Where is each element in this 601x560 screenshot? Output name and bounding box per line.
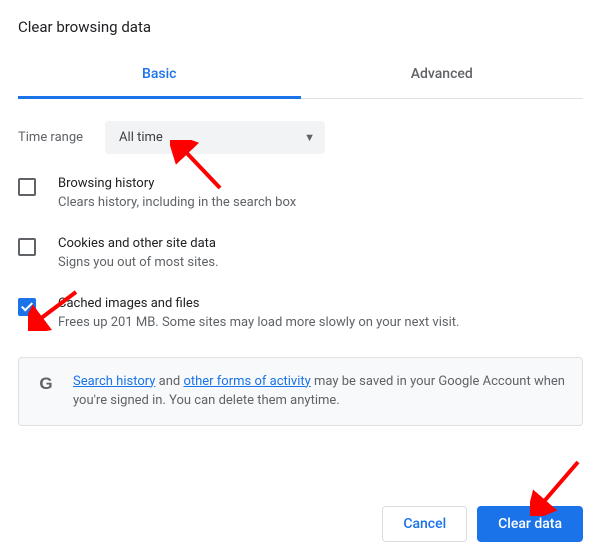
option-title: Cookies and other site data	[58, 236, 219, 251]
checkbox-browsing-history[interactable]	[18, 178, 36, 196]
info-text: Search history and other forms of activi…	[73, 372, 566, 411]
google-icon: G	[35, 374, 57, 396]
option-cached: Cached images and files Frees up 201 MB.…	[18, 296, 583, 332]
dialog-buttons: Cancel Clear data	[382, 506, 583, 542]
option-title: Browsing history	[58, 176, 296, 191]
time-range-row: Time range All time ▼	[18, 121, 583, 154]
tab-basic[interactable]: Basic	[18, 54, 301, 99]
link-search-history[interactable]: Search history	[73, 374, 155, 389]
clear-data-button[interactable]: Clear data	[477, 506, 583, 542]
info-box: G Search history and other forms of acti…	[18, 357, 583, 426]
option-title: Cached images and files	[58, 296, 459, 311]
checkbox-cookies[interactable]	[18, 238, 36, 256]
time-range-label: Time range	[18, 130, 83, 145]
option-browsing-history: Browsing history Clears history, includi…	[18, 176, 583, 212]
link-other-activity[interactable]: other forms of activity	[183, 374, 310, 389]
info-text-part: and	[155, 374, 183, 389]
time-range-select[interactable]: All time ▼	[105, 121, 325, 154]
time-range-value: All time	[119, 130, 163, 145]
option-desc: Frees up 201 MB. Some sites may load mor…	[58, 314, 459, 332]
tab-advanced[interactable]: Advanced	[301, 54, 584, 98]
option-desc: Signs you out of most sites.	[58, 254, 219, 272]
dialog-title: Clear browsing data	[18, 18, 583, 36]
chevron-down-icon: ▼	[304, 131, 315, 144]
option-cookies: Cookies and other site data Signs you ou…	[18, 236, 583, 272]
cancel-button[interactable]: Cancel	[382, 506, 467, 542]
tabs: Basic Advanced	[18, 54, 583, 99]
checkbox-cached[interactable]	[18, 298, 36, 316]
option-desc: Clears history, including in the search …	[58, 194, 296, 212]
